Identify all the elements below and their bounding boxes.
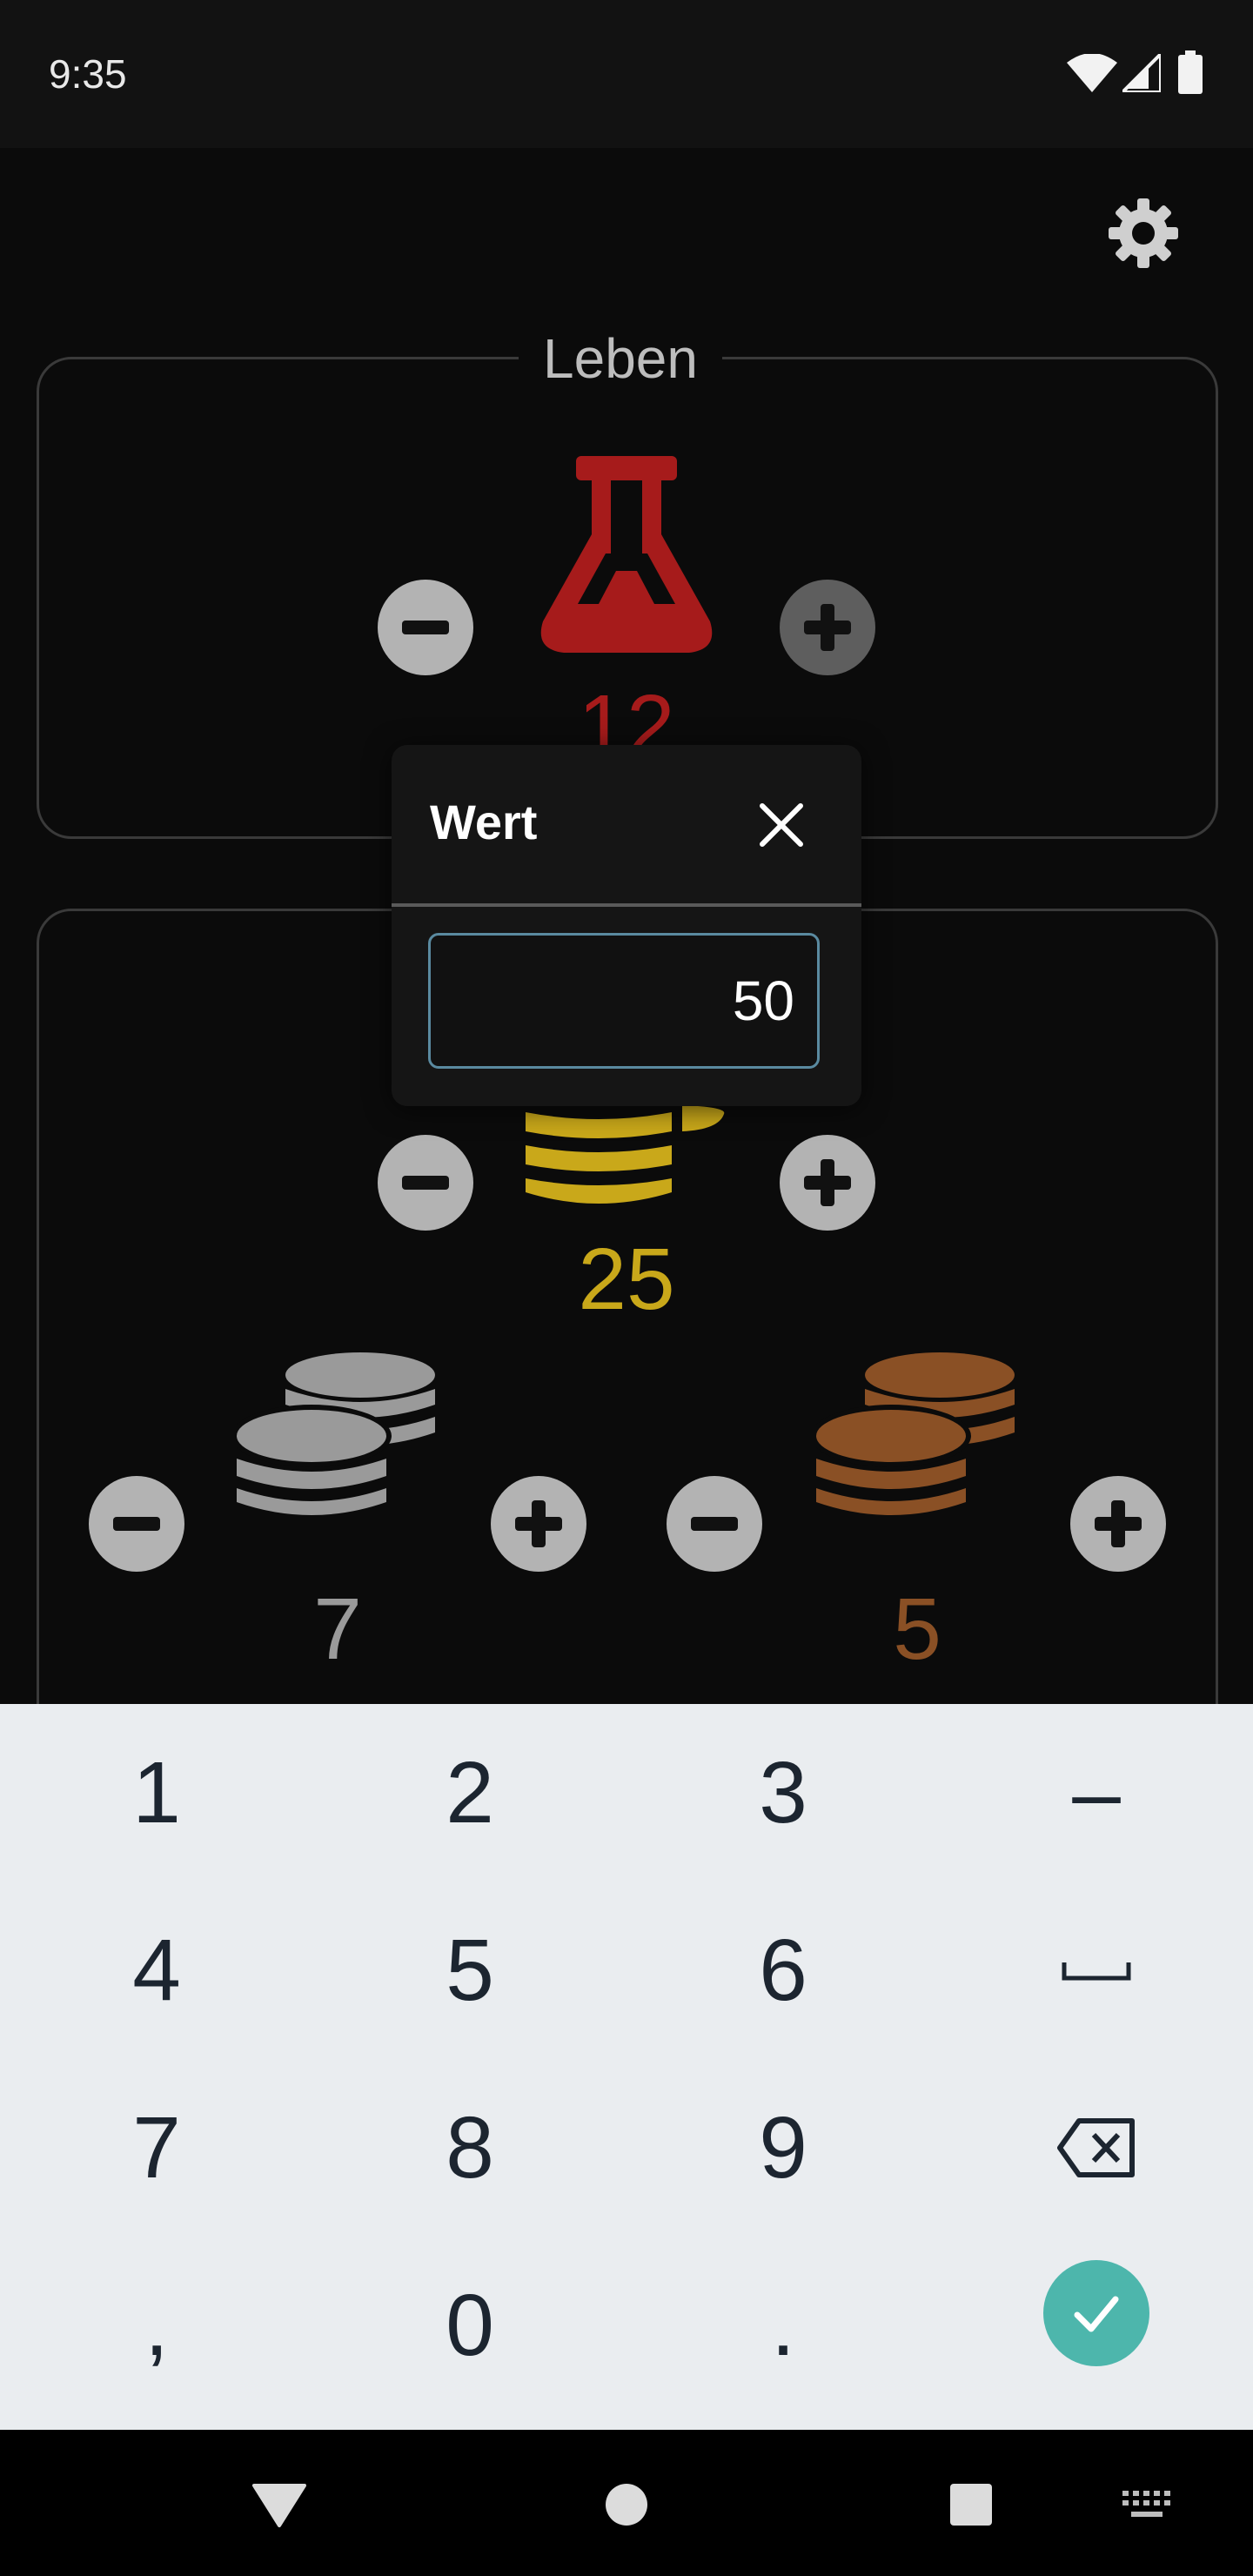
life-decrement-button[interactable]	[378, 580, 473, 675]
key-3[interactable]: 3	[626, 1704, 940, 1882]
battery-icon	[1178, 50, 1203, 94]
gold-coin-stack-icon	[526, 1105, 725, 1204]
key-backspace[interactable]	[940, 2059, 1253, 2237]
key-5[interactable]: 5	[313, 1882, 626, 2059]
gold-increment-button[interactable]	[780, 1135, 875, 1231]
silver-increment-button[interactable]	[491, 1476, 586, 1572]
space-bar-icon	[1062, 1962, 1131, 1981]
life-card-title: Leben	[519, 324, 722, 393]
home-nav-icon[interactable]	[604, 2482, 649, 2527]
key-period[interactable]: .	[626, 2237, 940, 2414]
back-nav-icon[interactable]	[252, 2482, 306, 2529]
key-space[interactable]	[940, 1882, 1253, 2059]
key-1[interactable]: 1	[0, 1704, 313, 1882]
value-input[interactable]	[428, 933, 820, 1069]
key-minus[interactable]: –	[940, 1704, 1253, 1882]
key-done[interactable]	[940, 2237, 1253, 2414]
key-0[interactable]: 0	[313, 2237, 626, 2414]
signal-icon	[1122, 54, 1161, 92]
done-button-circle[interactable]	[1043, 2260, 1149, 2366]
wifi-icon	[1067, 54, 1117, 92]
copper-coin-stack-icon	[816, 1352, 1015, 1515]
settings-gear-icon[interactable]	[1107, 197, 1180, 270]
key-8[interactable]: 8	[313, 2059, 626, 2237]
copper-increment-button[interactable]	[1070, 1476, 1166, 1572]
status-bar: 9:35	[0, 0, 1253, 148]
key-6[interactable]: 6	[626, 1882, 940, 2059]
potion-flask-icon	[540, 456, 713, 653]
silver-value[interactable]: 7	[207, 1577, 468, 1681]
key-9[interactable]: 9	[626, 2059, 940, 2237]
keyboard-switch-icon[interactable]	[1121, 2489, 1173, 2520]
copper-value[interactable]: 5	[787, 1577, 1048, 1681]
copper-decrement-button[interactable]	[667, 1476, 762, 1572]
key-7[interactable]: 7	[0, 2059, 313, 2237]
close-icon[interactable]	[755, 799, 807, 851]
recents-nav-icon[interactable]	[948, 2482, 994, 2527]
life-increment-button[interactable]	[780, 580, 875, 675]
value-dialog: Wert	[392, 745, 861, 1106]
gold-decrement-button[interactable]	[378, 1135, 473, 1231]
silver-decrement-button[interactable]	[89, 1476, 184, 1572]
gold-value[interactable]: 25	[496, 1227, 757, 1332]
silver-coin-stack-icon	[237, 1352, 435, 1515]
numeric-keyboard: 1 2 3 – 4 5 6 7 8 9 , 0 .	[0, 1704, 1253, 2430]
check-icon	[1074, 2296, 1119, 2332]
key-4[interactable]: 4	[0, 1882, 313, 2059]
navigation-bar	[0, 2430, 1253, 2576]
key-comma[interactable]: ,	[0, 2237, 313, 2414]
key-2[interactable]: 2	[313, 1704, 626, 1882]
dialog-divider	[392, 903, 861, 907]
backspace-icon	[1057, 2118, 1135, 2177]
dialog-title: Wert	[430, 795, 538, 849]
status-time: 9:35	[49, 51, 127, 97]
